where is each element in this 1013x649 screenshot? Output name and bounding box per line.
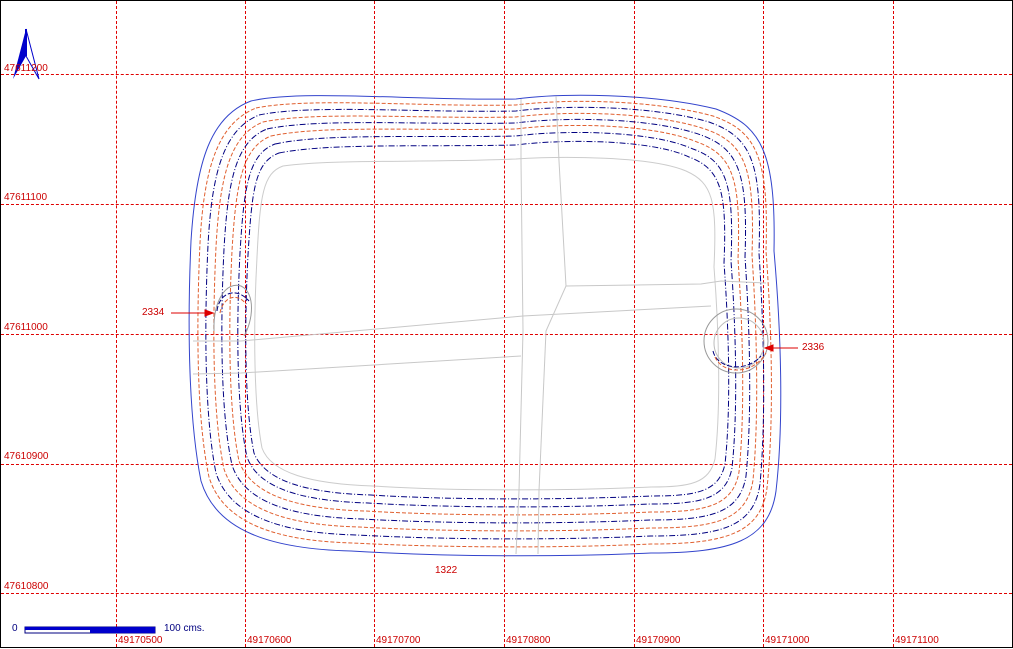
road-north-south [537,95,567,555]
scale-start-label: 0 [12,623,18,634]
feature-2336-label[interactable]: 2336 [802,342,824,353]
contour-line [229,124,744,516]
x-coordinate-label: 49170700 [376,635,421,646]
map-drawing [13,28,798,634]
map-canvas[interactable]: 47611200 47611100 47611000 47610900 4761… [0,0,1013,648]
y-coordinate-label: 47611200 [4,63,48,74]
road-north-south [515,99,524,555]
road-east [565,280,767,287]
feature-2334-label[interactable]: 2334 [142,307,164,318]
x-coordinate-label: 49170800 [506,635,551,646]
road-west [193,305,712,342]
contour-line [213,112,758,532]
road-west [192,355,522,375]
feature-1322-label[interactable]: 1322 [435,565,457,576]
x-coordinate-label: 49170600 [247,635,292,646]
contour-line [245,140,730,500]
x-coordinate-label: 49170500 [118,635,163,646]
contour-line [221,118,751,524]
scale-bar [24,626,156,634]
y-coordinate-label: 47611100 [4,192,48,203]
feature-2334-arrowhead [204,309,215,317]
contour-line [205,106,765,540]
scale-end-label: 100 cms. [164,623,205,634]
y-coordinate-label: 47610800 [4,581,49,592]
y-coordinate-label: 47610900 [4,451,49,462]
feature-2334-ring [219,296,247,314]
y-coordinate-label: 47611000 [4,322,48,333]
inner-boundary [254,156,720,491]
x-coordinate-label: 49170900 [636,635,681,646]
enclosure-outline [188,94,782,557]
x-coordinate-label: 49171100 [895,635,939,646]
x-coordinate-label: 49171000 [765,635,810,646]
